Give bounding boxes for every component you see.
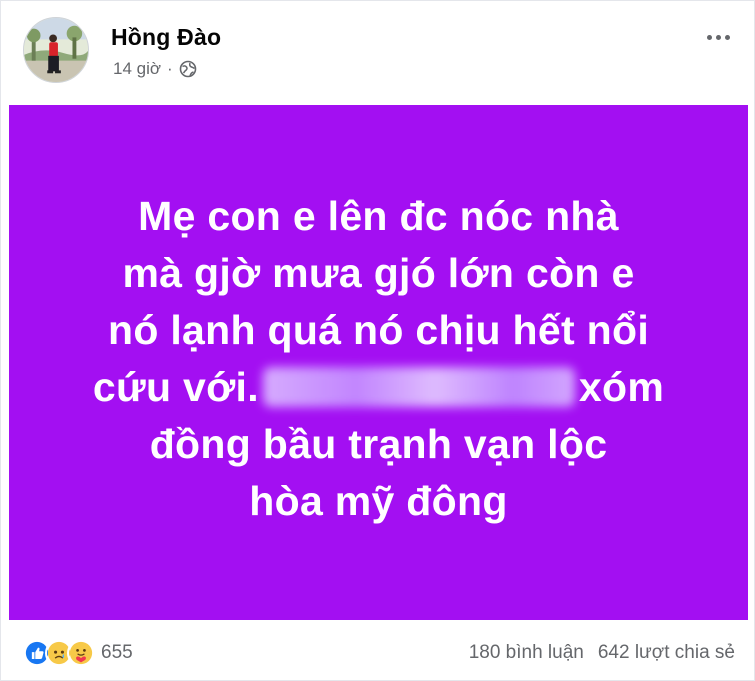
post-text-line-5: đồng bầu trạnh vạn lộc [149,420,608,467]
avatar-photo [24,18,88,82]
post-text-line-4-end: xóm [578,363,665,410]
post-text-line-2: mà gjờ mưa gjó lớn còn e [122,249,635,296]
more-options-icon[interactable] [700,25,736,49]
care-icon [67,639,95,667]
shares-count[interactable]: 642 lượt chia sẻ [598,642,735,664]
avatar[interactable] [23,17,89,83]
post-header: Hồng Đào 14 giờ · [23,17,738,85]
reaction-count: 655 [101,642,133,663]
post-time[interactable]: 14 giờ [113,59,161,79]
blurred-phone-number [262,366,575,407]
engagement-stats: 180 bình luận 642 lượt chia sẻ [469,642,735,664]
post-text-line-3: nó lạnh quá nó chịu hết nổi [107,306,650,353]
status-background-banner: Mẹ con e lên đc nóc nhà mà gjờ mưa gjó l… [9,105,748,620]
post-text-line-6: hòa mỹ đông [249,477,508,524]
author-name[interactable]: Hồng Đào [111,24,221,51]
globe-icon[interactable] [179,60,197,78]
meta-separator: · [167,59,173,78]
post-meta: 14 giờ · [113,59,197,79]
reactions-summary[interactable]: 655 [23,639,133,667]
post-text: Mẹ con e lên đc nóc nhà mà gjờ mưa gjó l… [59,188,699,530]
post-footer: 655 180 bình luận 642 lượt chia sẻ [23,637,735,669]
post-text-line-1: Mẹ con e lên đc nóc nhà [138,192,619,239]
comments-count[interactable]: 180 bình luận [469,642,584,664]
post-text-line-4-start: cứu với. [92,363,259,410]
post-text-line-4: cứu với. xóm [59,359,699,416]
post-card: Hồng Đào 14 giờ · Mẹ con e lên đc nóc nh… [0,0,755,681]
